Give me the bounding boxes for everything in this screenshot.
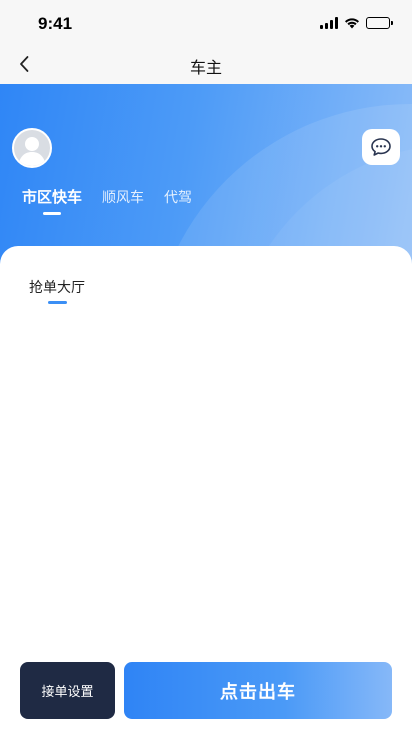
service-mode-tabs: 市区快车 顺风车 代驾 [22, 186, 212, 215]
tab-order-hall[interactable]: 抢单大厅 [29, 277, 85, 297]
message-button[interactable] [362, 129, 400, 165]
status-icons [320, 17, 393, 29]
avatar[interactable] [12, 128, 52, 168]
tab-label: 市区快车 [22, 188, 83, 206]
active-subtab-indicator [48, 301, 67, 304]
wifi-icon [345, 18, 359, 29]
tab-label: 顺风车 [102, 190, 145, 206]
status-bar: 9:41 [0, 0, 412, 46]
order-settings-button[interactable]: 接单设置 [20, 662, 115, 719]
tab-carpool[interactable]: 顺风车 [102, 187, 144, 208]
active-tab-indicator [43, 212, 61, 215]
page-title: 车主 [189, 58, 222, 77]
user-avatar-icon [18, 137, 46, 166]
tab-city-express[interactable]: 市区快车 [22, 186, 83, 215]
tab-designated-driver[interactable]: 代驾 [164, 187, 192, 208]
go-online-button[interactable]: 点击出车 [124, 662, 392, 719]
chat-bubble-icon [371, 138, 391, 156]
order-hall-panel: 抢单大厅 [0, 246, 412, 734]
cellular-signal-icon [320, 17, 338, 29]
status-time: 9:41 [38, 14, 73, 33]
tab-label: 代驾 [164, 190, 193, 206]
battery-icon [366, 17, 393, 29]
nav-bar: 车主 [0, 46, 412, 84]
